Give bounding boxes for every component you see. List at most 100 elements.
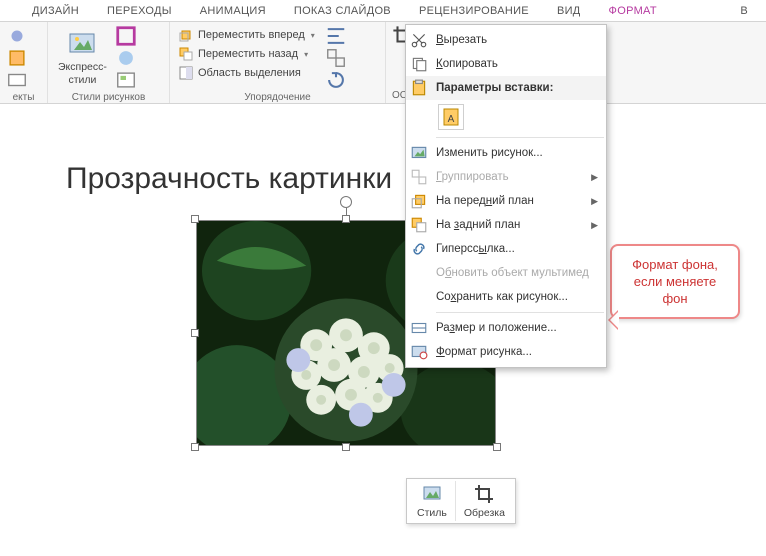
resize-handle[interactable] [342,443,350,451]
ctx-format-picture[interactable]: Формат рисунка... [406,340,606,364]
ctx-hyperlink[interactable]: Гиперссылка... [406,237,606,261]
ctx-group: Группировать ▶ [406,165,606,189]
send-backward-button[interactable]: Переместить назад ▾ [176,45,317,63]
group-icon [325,47,347,69]
ctx-paste-header-label: Параметры вставки: [436,82,553,94]
bring-front-icon [410,192,428,210]
express-styles-label2: стили [68,75,96,86]
blank-icon [410,288,428,306]
callout-line2: если меняете [620,273,730,290]
change-picture-icon [410,144,428,162]
group-label-arrange: Упорядочение [176,90,379,103]
picture-border-button[interactable] [115,26,137,46]
size-prefix: ОС [392,88,404,101]
tab-design[interactable]: ДИЗАЙН [20,2,91,21]
format-picture-icon [410,343,428,361]
tab-format[interactable]: ФОРМАТ [597,2,669,21]
paste-icon [410,79,428,97]
effect-button-1[interactable] [6,26,28,46]
ctx-cut[interactable]: ВВырезатьырезать [406,28,606,52]
ctx-separator [436,312,604,313]
tab-animation[interactable]: АНИМАЦИЯ [188,2,278,21]
group-picture-styles: Экспресс- стили Стили рисунков [48,22,170,103]
chevron-down-icon: ▾ [309,31,315,40]
group-arrange: Переместить вперед ▾ Переместить назад ▾… [170,22,386,103]
blank-icon [410,264,428,282]
ctx-separator [436,137,604,138]
group-label-effects: екты [6,90,41,103]
tab-slideshow[interactable]: ПОКАЗ СЛАЙДОВ [282,2,403,21]
layout-icon [115,69,137,91]
ctx-copy[interactable]: Копировать [406,52,606,76]
border-icon [115,25,137,47]
slide-title[interactable]: Прозрачность картинки [66,162,392,196]
mini-crop-button[interactable]: Обрезка [455,481,513,521]
sparkle-icon [6,25,28,47]
send-back-icon [410,216,428,234]
mini-style-label: Стиль [417,507,447,519]
resize-handle[interactable] [191,443,199,451]
tab-review[interactable]: РЕЦЕНЗИРОВАНИЕ [407,2,541,21]
picture-effects-button[interactable] [115,48,137,68]
layout-icon [6,69,28,91]
scissors-icon [410,31,428,49]
clipboard-a-icon: A [441,107,461,127]
ctx-size-position[interactable]: Размер и положение... [406,316,606,340]
ctx-bring-front[interactable]: На передний план ▶ [406,189,606,213]
copy-icon [410,55,428,73]
rotate-handle[interactable] [340,196,352,208]
paste-option-keep-text[interactable]: A [438,104,464,130]
annotation-callout: Формат фона, если меняете фон [610,244,740,319]
ctx-paste-header: Параметры вставки: [406,76,606,100]
selection-pane-icon [178,65,194,81]
mini-style-button[interactable]: Стиль [409,481,455,521]
effects-icon [115,47,137,69]
send-backward-label: Переместить назад [198,48,298,60]
chevron-right-icon: ▶ [591,220,598,231]
callout-line3: фон [620,290,730,307]
ctx-update-media: Обновить объект мультимед [406,261,606,285]
ctx-send-back[interactable]: На задний план ▶ [406,213,606,237]
selection-pane-button[interactable]: Область выделения [176,64,317,82]
align-button[interactable] [325,26,347,46]
resize-handle[interactable] [191,215,199,223]
size-icon [410,319,428,337]
crop-icon [473,483,495,505]
rotate-icon [325,69,347,91]
svg-text:A: A [448,114,455,125]
ctx-save-as-picture[interactable]: Сохранить как рисунок... [406,285,606,309]
resize-handle[interactable] [342,215,350,223]
group-button[interactable] [325,48,347,68]
send-backward-icon [178,46,194,62]
group-label-styles: Стили рисунков [54,90,163,103]
ctx-paste-options: A [406,100,606,134]
ctx-change-picture[interactable]: Изменить рисунок... [406,141,606,165]
picture-layout-button[interactable] [115,70,137,90]
resize-handle[interactable] [493,443,501,451]
mini-crop-label: Обрезка [464,507,505,519]
tab-transitions[interactable]: ПЕРЕХОДЫ [95,2,184,21]
picture-mini-toolbar: Стиль Обрезка [406,478,516,524]
rotate-button[interactable] [325,70,347,90]
picture-style-icon [421,483,443,505]
bring-forward-label: Переместить вперед [198,29,305,41]
bring-forward-icon [178,27,194,43]
chevron-right-icon: ▶ [591,172,598,183]
tab-right-trunc[interactable]: В [728,2,760,21]
bring-forward-button[interactable]: Переместить вперед ▾ [176,26,317,44]
sparkle-icon [6,47,28,69]
express-styles-label1: Экспресс- [58,62,107,73]
tab-view[interactable]: ВИД [545,2,593,21]
group-icon [410,168,428,186]
effect-button-3[interactable] [6,70,28,90]
group-effects-trunc: екты [0,22,48,103]
resize-handle[interactable] [191,329,199,337]
express-styles-button[interactable]: Экспресс- стили [54,26,111,88]
slide-canvas: Прозрачность картинки [0,104,766,556]
effect-button-2[interactable] [6,48,28,68]
picture-style-icon [66,28,98,60]
ribbon-tabs: ДИЗАЙН ПЕРЕХОДЫ АНИМАЦИЯ ПОКАЗ СЛАЙДОВ Р… [0,0,766,22]
ctx-change-picture-label: Изменить рисунок... [436,147,543,159]
context-menu: ВВырезатьырезать Копировать Параметры вс… [405,24,607,368]
ribbon: екты Экспресс- стили [0,22,766,104]
